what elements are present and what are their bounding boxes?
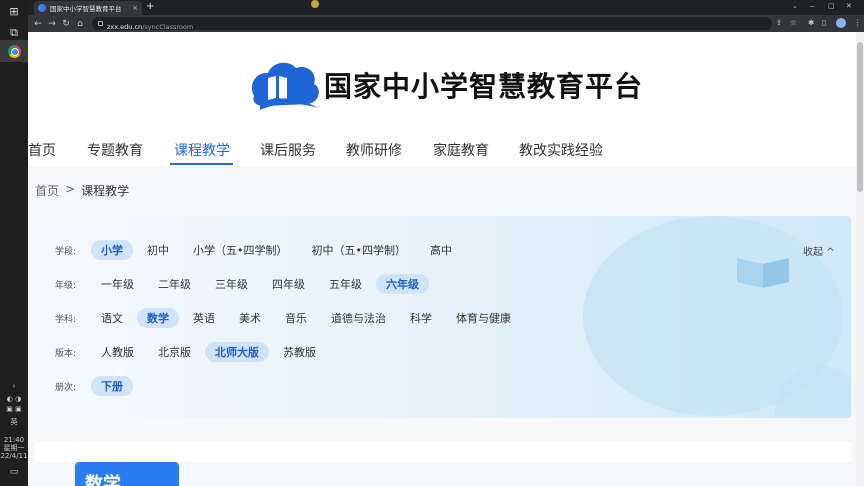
subject-option[interactable]: 科学 <box>410 308 432 328</box>
new-tab-button[interactable]: + <box>146 1 154 13</box>
subject-option[interactable]: 语文 <box>101 308 123 328</box>
stage-option[interactable]: 初中（五•四学制） <box>312 240 407 260</box>
grade-option[interactable]: 一年级 <box>101 274 134 294</box>
minimize-button[interactable]: ‒ <box>810 2 814 10</box>
menu-kebab-icon[interactable]: ⋮ <box>854 18 862 27</box>
browser-tab[interactable]: 国家中小学智慧教育平台 × <box>34 1 142 15</box>
edition-option[interactable]: 北师大版 <box>205 342 269 362</box>
edition-option[interactable]: 北京版 <box>158 342 191 362</box>
grade-option[interactable]: 六年级 <box>376 274 429 294</box>
close-window-button[interactable]: ✕ <box>846 2 852 10</box>
address-bar[interactable]: zxx.edu.cn/syncClassroom <box>92 17 772 31</box>
breadcrumb-separator: > <box>65 182 76 196</box>
site-favicon-icon <box>38 4 46 12</box>
grade-option[interactable]: 五年级 <box>329 274 362 294</box>
filter-row-volume: 册次: 下册 <box>55 376 147 396</box>
stage-option[interactable]: 高中 <box>430 240 452 260</box>
filter-row-grade: 年级: 一年级 二年级 三年级 四年级 五年级 六年级 <box>55 274 443 294</box>
reload-icon[interactable]: ↻ <box>59 19 73 29</box>
nav-item-courses[interactable]: 课程教学 <box>174 140 230 160</box>
filter-panel: 收起 ^ 学段: 小学 初中 小学（五•四学制） 初中（五•四学制） 高中 年级… <box>35 216 851 418</box>
grade-option[interactable]: 四年级 <box>272 274 305 294</box>
stage-option[interactable]: 小学 <box>91 240 133 260</box>
page-content: 国家中小学智慧教育平台 首页 专题教育 课程教学 课后服务 教师研修 家庭教育 … <box>28 32 864 486</box>
filter-row-edition: 版本: 人教版 北京版 北师大版 苏教版 <box>55 342 340 362</box>
url-path: /syncClassroom <box>142 23 194 31</box>
lock-icon[interactable] <box>98 21 103 26</box>
open-book-icon <box>737 258 789 288</box>
url-host: zxx.edu.cn <box>107 23 143 31</box>
subject-card[interactable]: 数学 <box>75 462 179 486</box>
site-title: 国家中小学智慧教育平台 <box>324 70 644 103</box>
nav-item-teacher-training[interactable]: 教师研修 <box>346 140 402 160</box>
maximize-button[interactable]: ▢ <box>828 2 835 10</box>
grade-option[interactable]: 二年级 <box>158 274 191 294</box>
tab-strip: 国家中小学智慧教育平台 × + ⌄ ‒ ▢ ✕ <box>28 0 864 15</box>
subject-option[interactable]: 美术 <box>239 308 261 328</box>
filter-row-subject: 学科: 语文 数学 英语 美术 音乐 道德与法治 科学 体育与健康 <box>55 308 535 328</box>
nav-item-reform[interactable]: 教改实践经验 <box>519 140 603 160</box>
nav-item-after-school[interactable]: 课后服务 <box>260 140 316 160</box>
filter-label: 年级: <box>55 280 77 291</box>
nav-active-underline <box>170 163 233 165</box>
volume-option[interactable]: 下册 <box>91 376 133 396</box>
notification-icon[interactable]: ▭ <box>0 468 28 477</box>
site-logo-icon[interactable] <box>246 56 326 114</box>
stage-option[interactable]: 小学（五•四学制） <box>193 240 288 260</box>
subject-option[interactable]: 体育与健康 <box>456 308 511 328</box>
chrome-taskbar-icon[interactable] <box>0 40 28 62</box>
edition-option[interactable]: 苏教版 <box>283 342 316 362</box>
main-nav: 首页 专题教育 课程教学 课后服务 教师研修 家庭教育 教改实践经验 <box>28 138 864 166</box>
windows-taskbar: ⊞ ⧉ › ◐ ◑ ▣ ▣ 英 21:40 星期一 22/4/11 ▭ <box>0 0 28 486</box>
breadcrumb-current: 课程教学 <box>81 184 130 198</box>
bookmark-star-icon[interactable]: ☆ <box>790 18 797 27</box>
subject-option[interactable]: 道德与法治 <box>331 308 386 328</box>
back-icon[interactable]: ← <box>31 19 45 29</box>
browser-toolbar: ← → ↻ ⌂ zxx.edu.cn/syncClassroom ⇪ ☆ ✱ ▯… <box>28 15 864 32</box>
tab-search-icon[interactable]: ⌄ <box>792 2 798 10</box>
clock-time[interactable]: 21:40 <box>0 436 28 444</box>
collapse-filters-button[interactable]: 收起 ^ <box>803 243 835 258</box>
tray-network-icon[interactable]: ◐ ◑ <box>0 395 28 403</box>
browser-window: 国家中小学智慧教育平台 × + ⌄ ‒ ▢ ✕ ← → ↻ ⌂ zxx.edu.… <box>28 0 864 486</box>
mouse-cursor-icon <box>311 0 319 8</box>
home-icon[interactable]: ⌂ <box>73 19 87 29</box>
scrollbar-thumb[interactable] <box>857 42 863 192</box>
windows-start-icon[interactable]: ⊞ <box>0 0 28 22</box>
clock-date[interactable]: 22/4/11 <box>0 452 28 460</box>
nav-item-home[interactable]: 首页 <box>28 140 56 160</box>
forward-icon[interactable]: → <box>45 19 59 29</box>
filter-label: 版本: <box>55 348 77 359</box>
filter-row-stage: 学段: 小学 初中 小学（五•四学制） 初中（五•四学制） 高中 <box>55 240 476 260</box>
edition-option[interactable]: 人教版 <box>101 342 134 362</box>
breadcrumb: 首页 > 课程教学 <box>35 182 129 199</box>
tray-chevron-icon[interactable]: › <box>0 382 28 390</box>
subject-option[interactable]: 数学 <box>137 308 179 328</box>
tray-ime-icon[interactable]: 英 <box>0 418 28 426</box>
page-scrollbar[interactable] <box>856 32 864 486</box>
tab-title: 国家中小学智慧教育平台 <box>50 5 122 13</box>
side-panel-icon[interactable]: ▯ <box>822 18 826 27</box>
tray-volume-icon[interactable]: ▣ ▣ <box>0 405 28 413</box>
extensions-icon[interactable]: ✱ <box>808 18 814 27</box>
stage-option[interactable]: 初中 <box>147 240 169 260</box>
nav-item-family[interactable]: 家庭教育 <box>433 140 489 160</box>
clock-weekday[interactable]: 星期一 <box>0 444 28 452</box>
tab-close-icon[interactable]: × <box>132 4 138 12</box>
filter-label: 学科: <box>55 314 77 325</box>
nav-item-topics[interactable]: 专题教育 <box>87 140 143 160</box>
grade-option[interactable]: 三年级 <box>215 274 248 294</box>
profile-avatar[interactable] <box>836 18 846 28</box>
share-icon[interactable]: ⇪ <box>776 18 782 27</box>
course-list-panel <box>35 442 851 462</box>
subject-option[interactable]: 音乐 <box>285 308 307 328</box>
subject-option[interactable]: 英语 <box>193 308 215 328</box>
breadcrumb-home[interactable]: 首页 <box>35 182 59 199</box>
